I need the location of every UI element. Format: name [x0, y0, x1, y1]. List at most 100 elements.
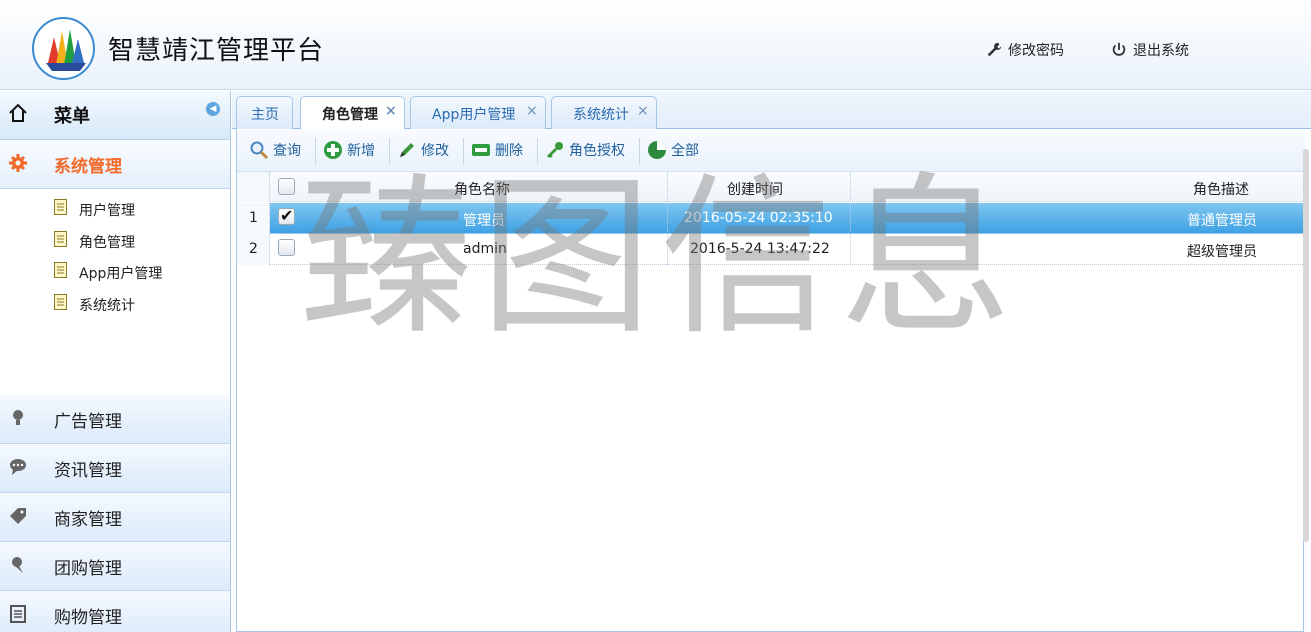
sidebar-section-group-buy[interactable]: 团购管理: [0, 542, 230, 591]
document-icon: [54, 293, 67, 310]
home-icon: [9, 103, 27, 122]
sidebar-section-system[interactable]: 系统管理: [0, 140, 230, 189]
chat-bubble-icon: [10, 459, 26, 475]
cell-role-name: admin: [463, 241, 507, 257]
app-header: 智慧靖江管理平台 修改密码 退出系统: [0, 0, 1311, 90]
sidebar-section-shopping[interactable]: 购物管理: [0, 591, 230, 632]
column-header-role-name[interactable]: 角色名称: [454, 179, 510, 199]
tab-home[interactable]: 主页: [236, 96, 293, 129]
tab-label: 角色管理: [322, 107, 378, 123]
toolbar-divider: [389, 138, 390, 164]
tab-label: 主页: [251, 107, 279, 123]
vertical-scrollbar[interactable]: [1303, 149, 1309, 542]
gear-icon: [9, 154, 27, 172]
app-title: 智慧靖江管理平台: [108, 36, 325, 66]
sidebar-item-label: App用户管理: [79, 266, 163, 282]
sidebar-section-label: 商家管理: [54, 510, 122, 530]
column-divider: [850, 234, 851, 265]
document-icon: [10, 605, 26, 623]
cell-created-time: 2016-5-24 13:47:22: [690, 241, 830, 257]
menu-header: 菜单 ◀: [0, 91, 230, 140]
table-row[interactable]: 1 管理员 2016-05-24 02:35:10 普通管理员: [237, 203, 1305, 234]
query-button[interactable]: 查询: [249, 140, 301, 160]
sidebar-item-label: 用户管理: [79, 203, 135, 219]
close-icon[interactable]: ×: [637, 103, 649, 119]
authorize-button[interactable]: 角色授权: [545, 140, 625, 160]
document-icon: [54, 199, 67, 215]
collapse-sidebar-button[interactable]: ◀: [206, 102, 220, 116]
sidebar-item-system-stats[interactable]: 系统统计: [0, 290, 230, 322]
sidebar-section-ads[interactable]: 广告管理: [0, 395, 230, 444]
column-divider: [667, 203, 668, 234]
query-label: 查询: [273, 143, 301, 159]
sidebar-item-app-user-management[interactable]: App用户管理: [0, 258, 230, 290]
tab-system-stats[interactable]: 系统统计 ×: [551, 96, 657, 129]
row-checkbox[interactable]: [278, 206, 295, 225]
column-divider: [850, 203, 851, 234]
row-number: 1: [237, 203, 270, 234]
row-number-text: 2: [249, 241, 258, 257]
sidebar-section-label: 资讯管理: [54, 461, 122, 481]
sidebar-item-user-management[interactable]: 用户管理: [0, 195, 230, 227]
key-icon: [546, 142, 563, 159]
tab-app-user-management[interactable]: App用户管理 ×: [410, 96, 546, 129]
tab-role-management[interactable]: 角色管理 ×: [300, 96, 405, 130]
column-divider: [850, 172, 851, 202]
search-icon: [250, 141, 269, 160]
tab-bar: 主页 角色管理 × App用户管理 × 系统统计 ×: [232, 91, 1311, 130]
sidebar-section-news[interactable]: 资讯管理: [0, 444, 230, 493]
power-icon: [1112, 42, 1126, 56]
change-password-link[interactable]: 修改密码: [985, 40, 1064, 60]
minus-icon: [472, 144, 490, 156]
add-button[interactable]: 新增: [323, 140, 375, 160]
change-password-label: 修改密码: [1008, 43, 1064, 59]
sidebar-item-label: 系统统计: [79, 297, 135, 314]
edit-label: 修改: [421, 143, 449, 159]
role-panel: 查询 新增 修改 删除 角色授权 全部 角色名称 创建时间 角色描述 1 ✔ 管…: [236, 129, 1309, 632]
system-submenu: 用户管理 角色管理 App用户管理 系统统计: [0, 189, 230, 395]
cell-created-time: 2016-05-24 02:35:10: [684, 210, 833, 226]
column-divider: [667, 172, 668, 202]
pin-icon: [12, 557, 23, 573]
close-icon[interactable]: ×: [385, 103, 397, 119]
authorize-label: 角色授权: [569, 143, 625, 159]
document-icon: [54, 230, 67, 247]
sidebar-section-merchants[interactable]: 商家管理: [0, 493, 230, 542]
row-number-text: 1: [249, 210, 258, 226]
sidebar-section-label: 系统管理: [54, 157, 122, 177]
column-header-created-time[interactable]: 创建时间: [727, 179, 783, 199]
sidebar-section-label: 广告管理: [54, 412, 122, 432]
column-header-role-description[interactable]: 角色描述: [1193, 179, 1249, 199]
toolbar-divider: [537, 138, 538, 164]
toolbar: 查询 新增 修改 删除 角色授权 全部: [237, 129, 1305, 172]
plus-icon: [324, 141, 342, 159]
column-divider: [667, 234, 668, 265]
toolbar-divider: [315, 138, 316, 164]
row-number: 2: [237, 234, 270, 265]
sidebar-section-label: 团购管理: [54, 559, 122, 579]
all-button[interactable]: 全部: [647, 140, 699, 160]
sidebar-item-role-management[interactable]: 角色管理: [0, 227, 230, 259]
delete-label: 删除: [495, 143, 523, 159]
close-icon[interactable]: ×: [526, 103, 538, 119]
pencil-icon: [400, 143, 414, 157]
cell-role-name: 管理员: [463, 213, 505, 229]
row-number-header: [237, 172, 270, 202]
delete-button[interactable]: 删除: [471, 140, 523, 160]
app-logo: [32, 17, 95, 80]
table-row[interactable]: 2 admin 2016-5-24 13:47:22 超级管理员: [237, 234, 1305, 265]
toolbar-divider: [463, 138, 464, 164]
select-all-checkbox[interactable]: [278, 178, 295, 195]
sidebar: 菜单 ◀ 系统管理 用户管理 角色管理 App用户管理 系统统计 广告管理 资讯…: [0, 91, 231, 632]
cell-role-description: 超级管理员: [1187, 244, 1257, 260]
logout-label: 退出系统: [1133, 43, 1189, 59]
logout-link[interactable]: 退出系统: [1110, 40, 1189, 60]
cell-role-description: 普通管理员: [1187, 213, 1257, 229]
sidebar-section-label: 购物管理: [54, 608, 122, 628]
row-checkbox[interactable]: [278, 239, 295, 256]
add-label: 新增: [347, 143, 375, 159]
pie-chart-icon: [648, 141, 666, 159]
edit-button[interactable]: 修改: [397, 140, 449, 160]
tab-label: App用户管理: [432, 107, 516, 123]
document-icon: [54, 262, 67, 278]
